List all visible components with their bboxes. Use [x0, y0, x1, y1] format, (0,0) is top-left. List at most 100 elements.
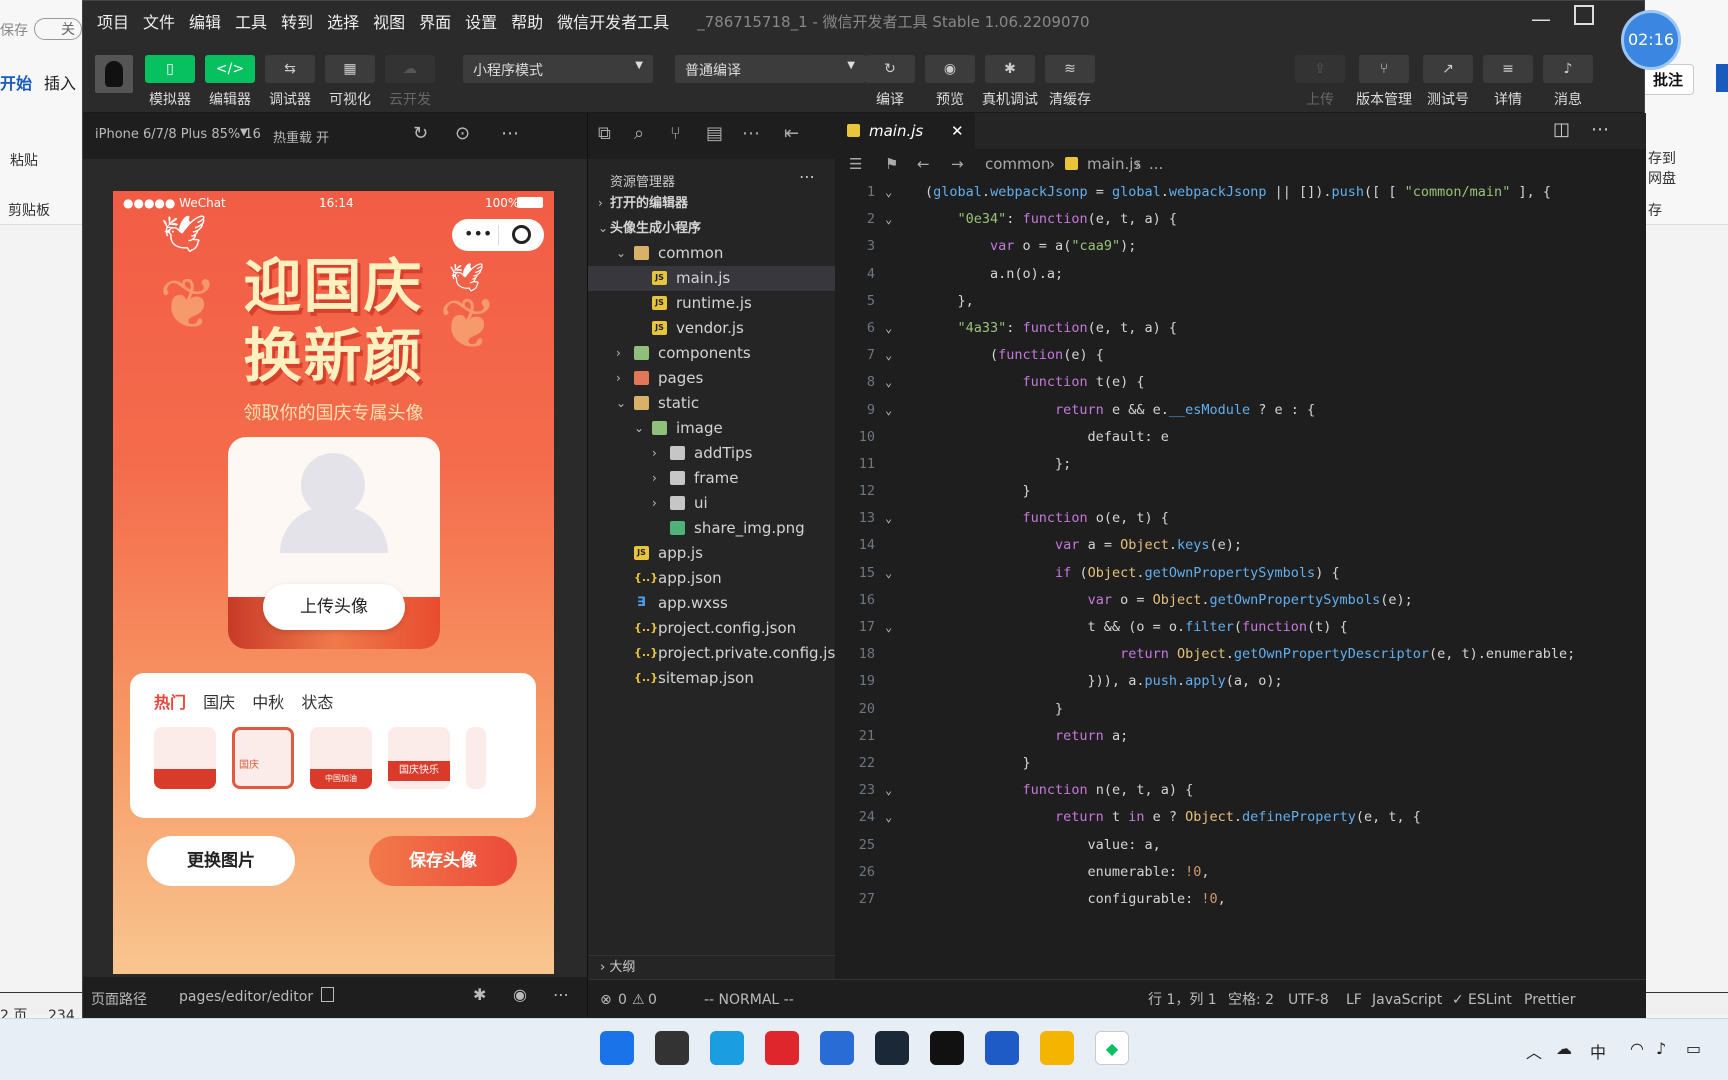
project-section[interactable]: ⌄ 头像生成小程序: [588, 216, 835, 241]
close-icon[interactable]: ✕: [951, 113, 964, 149]
hot-reload-toggle[interactable]: 热重载 开: [273, 127, 329, 146]
menu-help[interactable]: 帮助: [511, 9, 543, 33]
stop-icon[interactable]: ⊙: [455, 123, 470, 144]
tree-item[interactable]: JS runtime.js: [588, 291, 835, 316]
code-line[interactable]: 3 var o = a("caa9");: [835, 233, 1646, 260]
menu-goto[interactable]: 转到: [281, 9, 313, 33]
autosave-toggle[interactable]: 关: [34, 18, 82, 40]
tree-item[interactable]: ⌄ image: [588, 416, 835, 441]
prettier-status[interactable]: Prettier: [1524, 980, 1576, 1020]
tree-item[interactable]: ∃ app.wxss: [588, 591, 835, 616]
page-path-label[interactable]: 页面路径: [91, 989, 147, 1009]
tab-hot[interactable]: 热门: [154, 693, 186, 712]
clear-cache-button[interactable]: ≋ 清缓存: [1045, 55, 1095, 109]
collapse-panel-icon[interactable]: ⇤: [784, 123, 799, 144]
tab-insert[interactable]: 插入: [44, 70, 76, 94]
frame-thumb[interactable]: [154, 727, 216, 789]
code-line[interactable]: 26 enumerable: !0,: [835, 859, 1646, 886]
tree-item[interactable]: JS main.js: [588, 266, 835, 291]
store-icon[interactable]: [820, 1031, 854, 1065]
wifi-icon[interactable]: ◠: [1630, 1039, 1644, 1058]
version-control-button[interactable]: ⑂ 版本管理: [1356, 55, 1412, 109]
simulator-button[interactable]: ▯ 模拟器: [145, 55, 195, 109]
code-line[interactable]: 22 }: [835, 750, 1646, 777]
tree-item[interactable]: {..} app.json: [588, 566, 835, 591]
fold-chevron-icon[interactable]: ⌄: [885, 777, 892, 804]
fold-chevron-icon[interactable]: ⌄: [885, 369, 892, 396]
onedrive-icon[interactable]: ☁: [1556, 1039, 1572, 1058]
maximize-icon[interactable]: [1574, 5, 1594, 25]
code-line[interactable]: 8 ⌄ function t(e) {: [835, 369, 1646, 396]
visual-button[interactable]: ▦ 可视化: [325, 55, 375, 109]
code-line[interactable]: 15 ⌄ if (Object.getOwnPropertySymbols) {: [835, 560, 1646, 587]
tree-item[interactable]: ⌄ static: [588, 391, 835, 416]
open-editors-section[interactable]: › 打开的编辑器: [588, 191, 835, 216]
capsule-more-icon[interactable]: •••: [464, 224, 492, 243]
code-line[interactable]: 11 };: [835, 451, 1646, 478]
editor-button[interactable]: </> 编辑器: [205, 55, 255, 109]
split-editor-icon[interactable]: ◫: [1553, 119, 1570, 140]
test-account-button[interactable]: ↗ 测试号: [1423, 55, 1473, 109]
tab-mid-autumn[interactable]: 中秋: [252, 693, 284, 712]
upload-button[interactable]: ⇪ 上传: [1295, 55, 1345, 109]
fold-chevron-icon[interactable]: ⌄: [885, 804, 892, 831]
tree-item[interactable]: › components: [588, 341, 835, 366]
menu-wechat-devtools[interactable]: 微信开发者工具: [557, 9, 669, 33]
tree-item[interactable]: › frame: [588, 466, 835, 491]
tree-item[interactable]: {..} project.config.json: [588, 616, 835, 641]
change-image-button[interactable]: 更换图片: [147, 836, 295, 886]
more-icon[interactable]: ⋯: [553, 985, 569, 1004]
word-icon[interactable]: [985, 1031, 1019, 1065]
editor-tab-main-js[interactable]: main.js ✕: [835, 113, 975, 149]
menu-view[interactable]: 视图: [373, 9, 405, 33]
chevron-up-icon[interactable]: ︿: [1526, 1039, 1542, 1063]
copy-icon[interactable]: [321, 987, 334, 1002]
mode-select[interactable]: 小程序模式 ▼: [463, 55, 653, 83]
preview-button[interactable]: ◉ 预览: [925, 55, 975, 109]
fold-chevron-icon[interactable]: ⌄: [885, 397, 892, 424]
code-line[interactable]: 4 a.n(o).a;: [835, 261, 1646, 288]
line-ending[interactable]: LF: [1346, 980, 1362, 1020]
netease-music-icon[interactable]: [765, 1031, 799, 1065]
more-icon[interactable]: ⋯: [1591, 119, 1609, 140]
files-icon[interactable]: ⧉: [598, 123, 611, 144]
fold-chevron-icon[interactable]: ⌄: [885, 206, 892, 233]
tree-item[interactable]: share_img.png: [588, 516, 835, 541]
frame-thumb-selected[interactable]: 国庆: [232, 727, 294, 789]
code-line[interactable]: 19 })), a.push.apply(a, o);: [835, 668, 1646, 695]
upload-avatar-button[interactable]: 上传头像: [263, 584, 405, 630]
menu-project[interactable]: 项目: [97, 9, 129, 33]
error-count[interactable]: 0: [618, 980, 627, 1020]
breadcrumb-file[interactable]: main.js: [1087, 149, 1141, 179]
cursor-position[interactable]: 行 1，列 1: [1148, 980, 1217, 1020]
tab-status[interactable]: 状态: [301, 693, 333, 712]
code-line[interactable]: 20 }: [835, 696, 1646, 723]
paste-button[interactable]: 粘贴: [10, 150, 38, 170]
warning-icon[interactable]: ⚠: [632, 980, 645, 1020]
code-line[interactable]: 6 ⌄ "4a33": function(e, t, a) {: [835, 315, 1646, 342]
share-button-edge[interactable]: [1716, 64, 1728, 92]
code-line[interactable]: 14 var a = Object.keys(e);: [835, 532, 1646, 559]
tab-home[interactable]: 开始: [0, 70, 32, 94]
language-mode[interactable]: JavaScript: [1372, 980, 1442, 1020]
cloud-dev-button[interactable]: ☁ 云开发: [385, 55, 435, 109]
tree-item[interactable]: › ui: [588, 491, 835, 516]
fold-chevron-icon[interactable]: ⌄: [885, 342, 892, 369]
ime-indicator[interactable]: 中: [1590, 1039, 1606, 1063]
source-control-icon[interactable]: ⑂: [670, 123, 681, 144]
fold-chevron-icon[interactable]: ⌄: [885, 614, 892, 641]
indent-setting[interactable]: 空格: 2: [1228, 980, 1274, 1020]
code-line[interactable]: 27 configurable: !0,: [835, 886, 1646, 913]
code-line[interactable]: 5 },: [835, 288, 1646, 315]
fold-chevron-icon[interactable]: ⌄: [885, 505, 892, 532]
tree-item[interactable]: › addTips: [588, 441, 835, 466]
tree-item[interactable]: JS app.js: [588, 541, 835, 566]
code-line[interactable]: 24 ⌄ return t in e ? Object.definePropert…: [835, 804, 1646, 831]
capsule-close-icon[interactable]: [512, 225, 531, 244]
more-icon[interactable]: ⋯: [799, 167, 815, 186]
forward-arrow-icon[interactable]: →: [951, 149, 964, 179]
list-icon[interactable]: ☰: [849, 149, 862, 179]
avatar[interactable]: [95, 55, 133, 93]
fold-chevron-icon[interactable]: ⌄: [885, 179, 892, 206]
frame-thumb[interactable]: [466, 727, 486, 789]
